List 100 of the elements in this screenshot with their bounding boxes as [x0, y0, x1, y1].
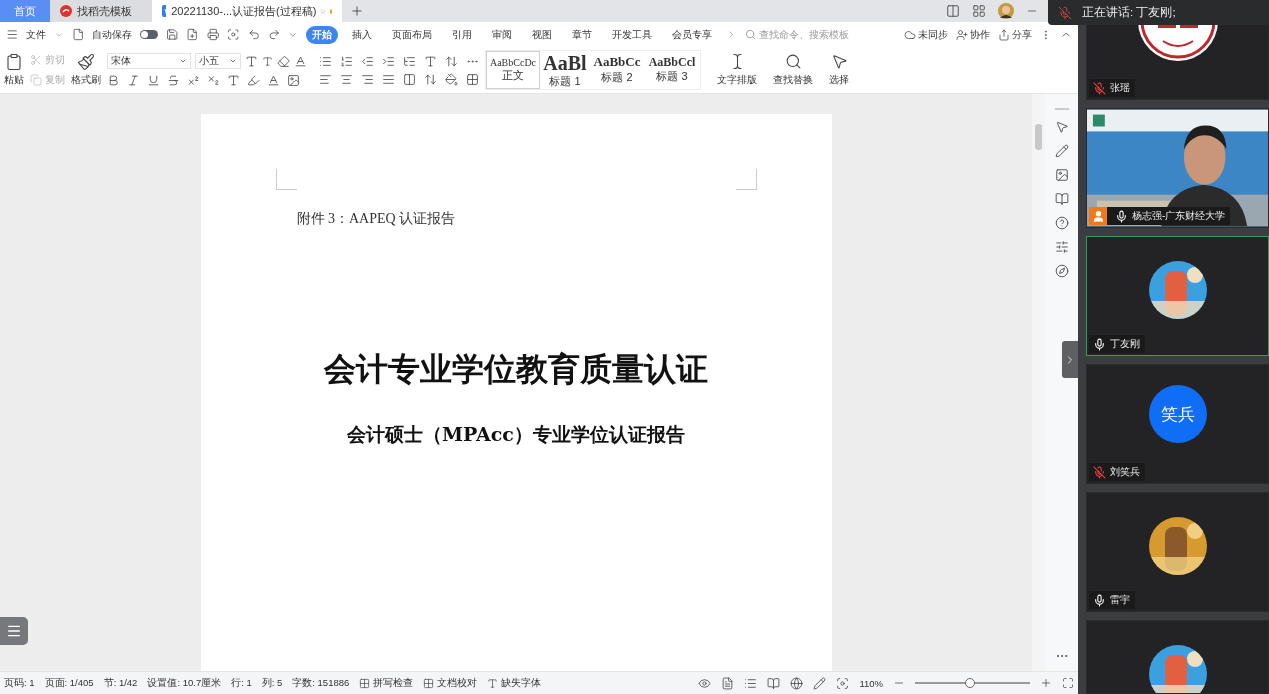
help-icon[interactable]: [1054, 216, 1069, 230]
document-subtitle: 会计硕士（MPAcc）专业学位认证报告: [347, 422, 685, 447]
web-view-icon[interactable]: [790, 676, 804, 690]
missing-font-icon[interactable]: [487, 677, 499, 689]
video-tile[interactable]: 雷宇: [1086, 492, 1269, 612]
video-tile[interactable]: 杨志强-广东财经大学: [1086, 108, 1269, 228]
book-icon[interactable]: [1054, 192, 1069, 206]
borders-icon[interactable]: [466, 72, 479, 86]
status-button[interactable]: 文档校对: [437, 676, 478, 690]
split-view-icon[interactable]: [946, 4, 960, 18]
align-right-icon[interactable]: [361, 72, 374, 86]
paste-icon[interactable]: [5, 53, 23, 71]
app-logo-icon: [60, 5, 72, 17]
align-left-icon[interactable]: [319, 72, 332, 86]
undo-icon[interactable]: [247, 28, 260, 41]
line-spacing-icon[interactable]: [424, 72, 437, 86]
toolbar-link[interactable]: 协作: [970, 27, 991, 42]
eraser-icon[interactable]: [277, 54, 290, 68]
strikethrough-icon[interactable]: [167, 74, 180, 87]
ribbon-tab[interactable]: 插入: [345, 25, 378, 44]
toolbar-link[interactable]: 未同步: [918, 27, 949, 42]
bold-icon[interactable]: [107, 74, 120, 87]
zoom-level[interactable]: 110%: [859, 677, 883, 689]
italic-icon[interactable]: [127, 74, 140, 87]
toolbar-link[interactable]: 分享: [1012, 27, 1033, 42]
ribbon-tab[interactable]: 会员专享: [665, 25, 718, 44]
ribbon-tab[interactable]: 视图: [525, 25, 558, 44]
pencil-icon[interactable]: [1054, 144, 1069, 158]
slider-thumb[interactable]: [965, 678, 976, 688]
ribbon-tab[interactable]: 引用: [445, 25, 478, 44]
status-button[interactable]: 拼写检查: [373, 676, 414, 690]
grid-icon[interactable]: [972, 4, 986, 18]
shading-icon[interactable]: [445, 72, 458, 86]
tab[interactable]: 20221130-...认证报告(过程稿): [152, 0, 342, 22]
participant-name: 雷宇: [1110, 593, 1130, 607]
share-icon[interactable]: [998, 28, 1011, 41]
font-size-select[interactable]: 小五: [195, 53, 241, 69]
indent-icon[interactable]: [382, 54, 395, 68]
video-tile[interactable]: [1086, 620, 1269, 694]
video-tile[interactable]: 笑兵 刘笑兵: [1086, 364, 1269, 484]
ribbon-button[interactable]: 文字排版: [717, 73, 757, 87]
image-icon[interactable]: [1054, 168, 1069, 182]
fit-page-icon[interactable]: [836, 676, 850, 690]
style-preset[interactable]: AaBbCc 标题 2: [590, 51, 644, 89]
compass-icon[interactable]: [1054, 264, 1069, 278]
paste-button[interactable]: 粘贴: [4, 73, 24, 87]
font-color-icon[interactable]: [267, 74, 280, 87]
bullet-list-icon[interactable]: [319, 54, 332, 68]
ribbon-tab[interactable]: 章节: [565, 25, 598, 44]
autosave-toggle[interactable]: [140, 30, 158, 39]
highlighter-icon[interactable]: [247, 74, 260, 87]
print-icon[interactable]: [206, 28, 220, 41]
write-mode-icon[interactable]: [813, 676, 827, 690]
ribbon-tab[interactable]: 页面布局: [385, 25, 438, 44]
ribbon-button[interactable]: 选择: [829, 73, 849, 87]
underline-icon[interactable]: [147, 74, 160, 87]
page-view-icon[interactable]: [721, 676, 735, 690]
scrollbar-thumb[interactable]: [1035, 124, 1042, 150]
sliders-icon[interactable]: [1054, 240, 1069, 254]
style-preset[interactable]: AaBbCcDc 正文: [486, 51, 540, 89]
tab[interactable]: 找稻壳模板: [50, 0, 152, 22]
redo-icon[interactable]: [267, 28, 281, 41]
ribbon-tab[interactable]: 审阅: [485, 25, 518, 44]
crop-mark: [735, 169, 757, 190]
outdent-icon[interactable]: [361, 54, 374, 68]
outline-view-icon[interactable]: [744, 676, 758, 690]
ribbon-button[interactable]: 查找替换: [773, 73, 813, 87]
ribbon-tab[interactable]: 开始: [305, 25, 338, 44]
status-button[interactable]: 缺失字体: [501, 676, 542, 690]
style-preset[interactable]: AaBbCcl 标题 3: [644, 51, 700, 89]
cloud-icon[interactable]: [904, 28, 917, 41]
search-icon[interactable]: [784, 53, 802, 70]
format-painter-button[interactable]: 格式刷: [71, 73, 101, 87]
align-center-icon[interactable]: [340, 72, 353, 86]
export-icon[interactable]: [186, 28, 199, 41]
outline-button[interactable]: [0, 617, 28, 645]
zoom-in-icon[interactable]: [1040, 677, 1052, 689]
autosave-label: 自动保存: [92, 27, 133, 42]
fullscreen-icon[interactable]: [1062, 677, 1074, 689]
document-icon: [162, 5, 167, 17]
save-icon[interactable]: [165, 28, 179, 41]
numbered-list-icon[interactable]: [340, 54, 353, 68]
new-document-icon[interactable]: [72, 28, 85, 41]
eye-icon[interactable]: [698, 676, 712, 690]
style-preset[interactable]: AaBl 标题 1: [540, 51, 590, 89]
menu-icon[interactable]: [6, 28, 19, 41]
ribbon-tab[interactable]: 开发工具: [605, 25, 658, 44]
superscript-icon[interactable]: [187, 74, 200, 87]
pointer-icon[interactable]: [1054, 120, 1069, 134]
add-user-icon[interactable]: [956, 28, 969, 41]
file-menu[interactable]: 文件: [26, 27, 47, 42]
video-tile[interactable]: 丁友刚: [1086, 236, 1269, 356]
subscript-icon[interactable]: [207, 74, 220, 87]
sort-icon[interactable]: [445, 54, 458, 68]
font-select[interactable]: 宋体: [107, 53, 191, 69]
print-preview-icon[interactable]: [227, 28, 240, 41]
paintbrush-icon[interactable]: [77, 53, 95, 71]
reading-view-icon[interactable]: [767, 676, 781, 690]
justify-icon[interactable]: [382, 72, 395, 86]
pointer-icon[interactable]: [830, 53, 848, 70]
